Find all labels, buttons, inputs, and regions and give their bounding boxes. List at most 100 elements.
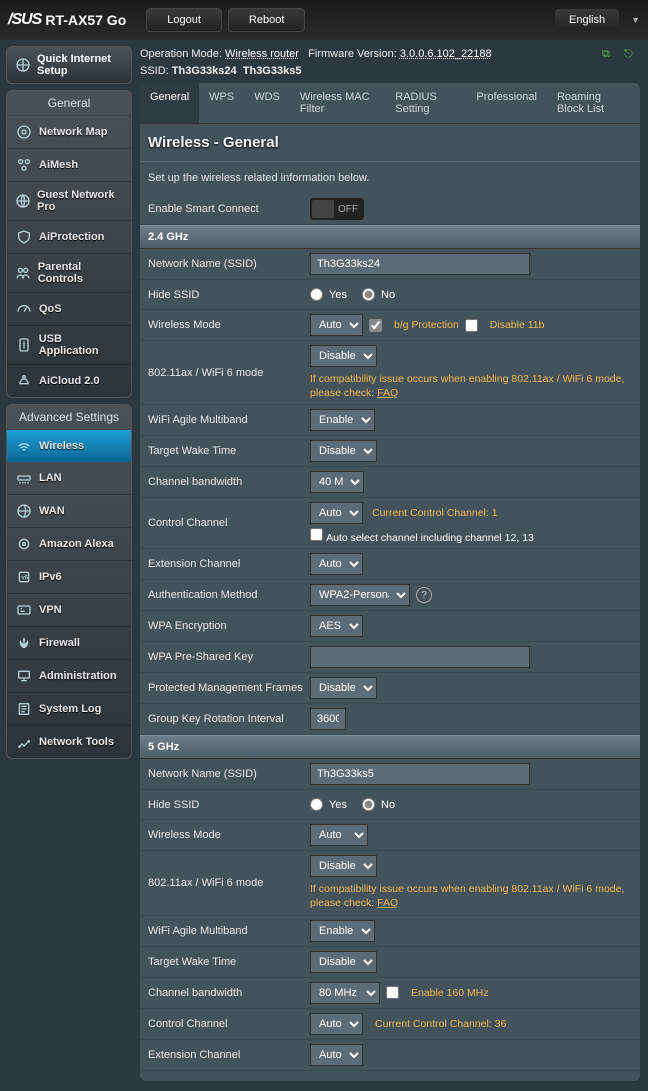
ax-24-select[interactable]: Disable [310, 345, 377, 367]
agile-5-select[interactable]: Enable [310, 920, 375, 942]
sidebar-item-network-tools[interactable]: Network Tools [7, 726, 131, 758]
tab-professional[interactable]: Professional [466, 83, 547, 123]
cc-24-select[interactable]: Auto [310, 502, 363, 524]
reboot-button[interactable]: Reboot [228, 8, 305, 32]
sidebar-item-wan[interactable]: WAN [7, 495, 131, 528]
fw-label: Firmware Version: [308, 48, 397, 60]
psk-24-input[interactable] [310, 646, 530, 668]
bw-5-select[interactable]: 80 MHz [310, 982, 380, 1004]
sidebar-item-parental-controls[interactable]: Parental Controls [7, 254, 131, 293]
svg-text:v6: v6 [21, 576, 28, 582]
tab-radius-setting[interactable]: RADIUS Setting [385, 83, 466, 123]
menu-icon [15, 228, 33, 246]
band-5-header: 5 GHz [140, 735, 640, 759]
d11b-24-check[interactable] [465, 319, 478, 332]
sidebar-item-system-log[interactable]: System Log [7, 693, 131, 726]
ax-5-select[interactable]: Disable [310, 855, 377, 877]
en160-check[interactable] [386, 986, 399, 999]
cur-ch-24: Current Control Channel: 1 [372, 507, 497, 519]
menu-icon [15, 336, 33, 354]
setup-icon [15, 56, 31, 74]
page-desc: Set up the wireless related information … [140, 162, 640, 194]
sidebar-item-usb-application[interactable]: USB Application [7, 326, 131, 365]
hide-5-yes[interactable] [310, 798, 323, 811]
sidebar-item-guest-network-pro[interactable]: Guest Network Pro [7, 182, 131, 221]
menu-icon [15, 502, 33, 520]
sidebar-item-firewall[interactable]: Firewall [7, 627, 131, 660]
pmf-24-select[interactable]: Disable [310, 677, 377, 699]
menu-icon [15, 469, 33, 487]
tab-wds[interactable]: WDS [244, 83, 290, 123]
hide-24-yes[interactable] [310, 288, 323, 301]
ssid-5-input[interactable] [310, 763, 530, 785]
sidebar-item-network-map[interactable]: Network Map [7, 116, 131, 149]
tab-roaming-block-list[interactable]: Roaming Block List [547, 83, 640, 123]
quick-internet-setup[interactable]: Quick Internet Setup [6, 46, 132, 84]
sidebar-item-amazon-alexa[interactable]: Amazon Alexa [7, 528, 131, 561]
menu-icon [15, 300, 33, 318]
hide-5-no[interactable] [362, 798, 375, 811]
faq-link-5[interactable]: FAQ [377, 897, 398, 909]
cur-ch-5: Current Control Channel: 36 [375, 1018, 506, 1030]
tab-wireless-mac-filter[interactable]: Wireless MAC Filter [290, 83, 385, 123]
bgp-24-check[interactable] [369, 319, 382, 332]
menu-icon [15, 667, 33, 685]
hide-24-no[interactable] [362, 288, 375, 301]
tab-general[interactable]: General [140, 83, 199, 123]
ax-24-hint: If compatibility issue occurs when enabl… [310, 373, 632, 400]
twt-24-select[interactable]: Disable [310, 440, 377, 462]
smart-connect-toggle[interactable]: OFF [310, 198, 364, 220]
sidebar-item-qos[interactable]: QoS [7, 293, 131, 326]
app-icon[interactable]: ⧉ [602, 46, 618, 60]
menu-icon [15, 535, 33, 553]
band-24-header: 2.4 GHz [140, 225, 640, 249]
model-name: RT-AX57 Go [45, 12, 126, 28]
tab-wps[interactable]: WPS [199, 83, 244, 123]
logout-button[interactable]: Logout [146, 8, 222, 32]
smart-connect-label: Enable Smart Connect [140, 203, 310, 215]
menu-icon [15, 733, 33, 751]
advanced-header: Advanced Settings [7, 405, 131, 430]
sidebar-item-aicloud-2-0[interactable]: AiCloud 2.0 [7, 365, 131, 397]
sidebar-item-aimesh[interactable]: AiMesh [7, 149, 131, 182]
auto-all-ch-check[interactable] [310, 528, 323, 541]
wpa-24-select[interactable]: AES [310, 615, 363, 637]
ssid-24-input[interactable] [310, 253, 530, 275]
menu-icon [15, 156, 33, 174]
ext-5-select[interactable]: Auto [310, 1044, 363, 1066]
cc-5-select[interactable]: Auto [310, 1013, 363, 1035]
help-icon[interactable]: ? [416, 587, 432, 603]
menu-icon [15, 700, 33, 718]
ax-5-hint: If compatibility issue occurs when enabl… [310, 883, 632, 910]
sidebar-item-administration[interactable]: Administration [7, 660, 131, 693]
auth-24-select[interactable]: WPA2-Personal [310, 584, 410, 606]
mode-5-select[interactable]: Auto [310, 824, 368, 846]
fw-link[interactable]: 3.0.0.6.102_22188 [400, 48, 492, 60]
sidebar-item-wireless[interactable]: Wireless [7, 430, 131, 462]
sidebar-item-vpn[interactable]: VPN [7, 594, 131, 627]
twt-5-select[interactable]: Disable [310, 951, 377, 973]
ext-24-select[interactable]: Auto [310, 553, 363, 575]
op-mode-link[interactable]: Wireless router [225, 48, 299, 60]
chevron-down-icon: ▼ [631, 15, 640, 25]
menu-icon: v6 [15, 568, 33, 586]
menu-icon [15, 372, 33, 390]
sidebar-item-lan[interactable]: LAN [7, 462, 131, 495]
menu-icon [15, 437, 33, 455]
gkr-24-input[interactable] [310, 708, 346, 730]
qis-label: Quick Internet Setup [37, 53, 123, 77]
op-mode-label: Operation Mode: [140, 48, 222, 60]
menu-icon [15, 634, 33, 652]
faq-link-24[interactable]: FAQ [377, 387, 398, 399]
agile-24-select[interactable]: Enable [310, 409, 375, 431]
ssid-5: Th3G33ks5 [243, 65, 302, 77]
usb-icon[interactable]: ⎋ [624, 46, 640, 60]
general-header: General [7, 91, 131, 116]
bw-24-select[interactable]: 40 MHz [310, 471, 364, 493]
brand-logo: /SUS [8, 11, 41, 29]
mode-24-select[interactable]: Auto [310, 314, 363, 336]
sidebar-item-ipv6[interactable]: v6IPv6 [7, 561, 131, 594]
language-select[interactable]: English [555, 9, 619, 31]
ssid-label: SSID: [140, 65, 169, 77]
sidebar-item-aiprotection[interactable]: AiProtection [7, 221, 131, 254]
